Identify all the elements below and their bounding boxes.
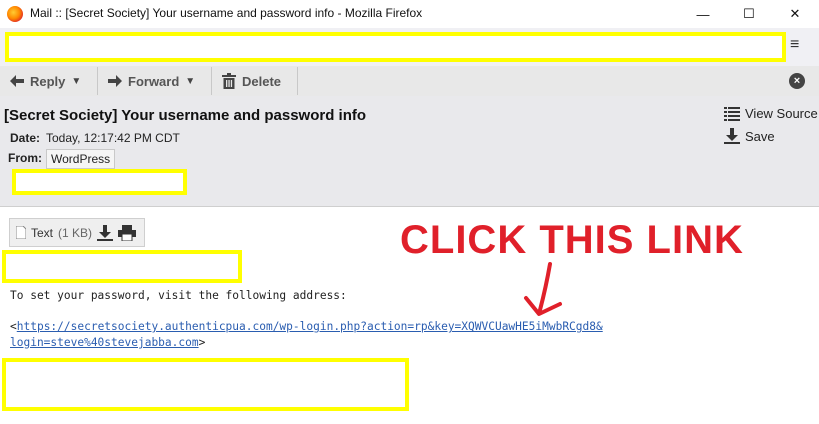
close-message-icon[interactable]: × (789, 73, 805, 89)
forward-button[interactable]: Forward ▼ (98, 67, 212, 95)
menu-icon[interactable]: ≡ (790, 37, 808, 53)
annotation-arrow-icon (524, 262, 562, 316)
reply-button[interactable]: Reply ▼ (0, 67, 98, 95)
delete-label: Delete (242, 73, 282, 89)
forward-arrow-icon (108, 75, 122, 87)
chevron-down-icon[interactable]: ▼ (71, 76, 81, 87)
download-icon[interactable] (97, 224, 114, 241)
view-source-button[interactable]: View Source (724, 106, 818, 121)
minimize-icon: — (696, 6, 710, 22)
password-reset-link-continued[interactable]: login=steve%40stevejabba.com (10, 336, 199, 349)
trash-icon (222, 73, 236, 89)
from-sender[interactable]: WordPress (46, 149, 116, 169)
delete-button[interactable]: Delete (212, 67, 298, 95)
body-instruction: To set your password, visit the followin… (10, 289, 347, 302)
close-window-button[interactable]: ✕ (772, 0, 818, 28)
password-reset-link[interactable]: https://secretsociety.authenticpua.com/w… (17, 320, 603, 333)
message-subject: [Secret Society] Your username and passw… (4, 107, 367, 124)
download-icon (724, 128, 740, 144)
annotation-text: CLICK THIS LINK (400, 218, 744, 262)
link-open-bracket: < (10, 320, 17, 333)
signature-redacted (2, 358, 409, 411)
sender-address-redacted (12, 169, 187, 195)
date-label: Date: (10, 131, 41, 145)
view-source-label: View Source (745, 106, 818, 121)
reply-arrow-icon (10, 75, 24, 87)
maximize-icon: ☐ (743, 6, 755, 21)
reset-link-line-1: <https://secretsociety.authenticpua.com/… (10, 320, 603, 333)
reply-label: Reply (30, 73, 66, 89)
save-button[interactable]: Save (724, 128, 775, 144)
list-icon (724, 106, 740, 121)
link-close-bracket: > (198, 336, 206, 349)
address-field-redacted[interactable] (5, 32, 786, 62)
close-icon: ✕ (789, 6, 801, 21)
from-label: From: (8, 151, 42, 165)
forward-label: Forward (128, 73, 180, 89)
minimize-button[interactable]: — (680, 0, 726, 28)
save-label: Save (745, 128, 775, 144)
reset-link-line-2: login=steve%40stevejabba.com> (10, 336, 205, 349)
firefox-logo-icon (7, 6, 23, 22)
printer-icon[interactable] (118, 224, 137, 241)
attachment-name: Text (31, 225, 54, 240)
window-title: Mail :: [Secret Society] Your username a… (30, 6, 423, 20)
date-value: Today, 12:17:42 PM CDT (46, 131, 180, 145)
attachment-chip[interactable]: Text (1 KB) (9, 218, 145, 247)
greeting-redacted (2, 250, 242, 283)
chevron-down-icon[interactable]: ▼ (185, 76, 195, 87)
maximize-button[interactable]: ☐ (726, 0, 772, 28)
document-icon (16, 226, 26, 239)
attachment-size: (1 KB) (58, 225, 93, 240)
